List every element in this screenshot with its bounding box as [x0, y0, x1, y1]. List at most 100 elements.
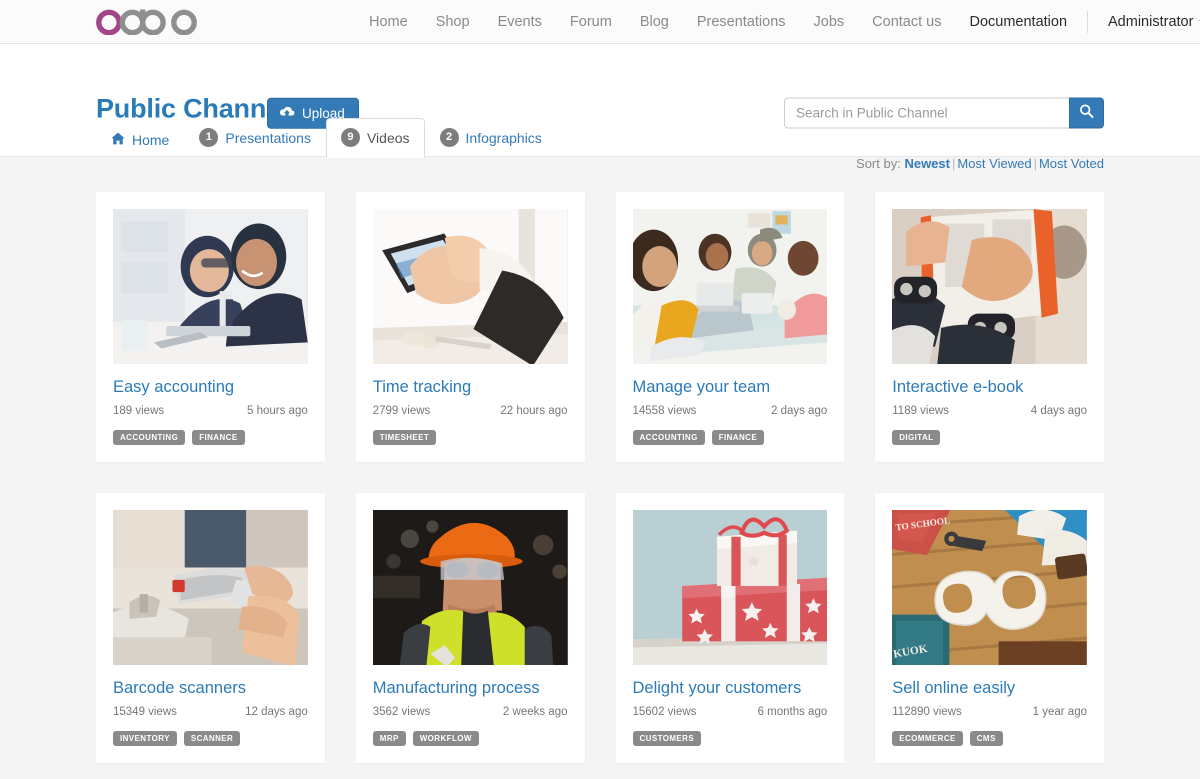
slide-tags: Customers — [632, 730, 828, 746]
slide-title[interactable]: Sell online easily — [892, 679, 1087, 699]
slide-time: 4 days ago — [1030, 404, 1087, 417]
slide-tag[interactable]: Customers — [632, 730, 702, 746]
slide-time: 12 days ago — [245, 705, 308, 718]
slide-meta: 2799 views 22 hours ago — [373, 405, 568, 417]
search-input[interactable] — [784, 97, 1069, 129]
slide-views: 112890 views — [892, 705, 962, 718]
slide-tags: Inventory Scanner — [113, 730, 308, 746]
slide-card[interactable]: Time tracking 2799 views 22 hours ago Ti… — [355, 192, 585, 462]
top-navbar: Home Shop Events Forum Blog Presentation… — [0, 0, 1200, 44]
slide-tag[interactable]: Inventory — [113, 730, 177, 746]
tab-videos[interactable]: 9 Videos — [325, 118, 425, 158]
sort-label: Sort by: — [856, 156, 901, 171]
slide-tag[interactable]: Finance — [711, 429, 765, 445]
slide-title[interactable]: Delight your customers — [633, 679, 828, 699]
slide-tag[interactable]: Digital — [892, 429, 941, 445]
user-menu-button[interactable]: Administrator — [1094, 0, 1200, 44]
slide-thumbnail[interactable] — [113, 509, 308, 665]
white-ampersand-on-wooden-desk-image: TO SCHOOL KUOK — [892, 509, 1087, 665]
slide-card[interactable]: Delight your customers 15602 views 6 mon… — [615, 492, 845, 763]
slide-meta: 1189 views 4 days ago — [892, 405, 1087, 417]
slide-thumbnail[interactable] — [632, 209, 828, 364]
slide-views: 2799 views — [372, 404, 431, 417]
slide-tag[interactable]: Accounting — [113, 429, 186, 445]
slide-card[interactable]: TO SCHOOL KUOK Sell online easily 112890… — [875, 492, 1104, 763]
nav-item-blog[interactable]: Blog — [626, 0, 683, 44]
sort-option-most-viewed[interactable]: Most Viewed — [957, 156, 1031, 171]
slide-time: 5 hours ago — [247, 404, 308, 417]
nav-item-documentation[interactable]: Documentation — [955, 0, 1081, 44]
tab-presentations-badge: 1 — [199, 128, 219, 147]
slide-tag[interactable]: CMS — [969, 730, 1003, 746]
slide-title[interactable]: Barcode scanners — [113, 679, 308, 699]
search-button[interactable] — [1069, 97, 1104, 129]
sort-option-newest[interactable]: Newest — [904, 156, 950, 171]
main-nav-links: Home Shop Events Forum Blog Presentation… — [355, 0, 1200, 44]
slide-tag[interactable]: MRP — [372, 730, 406, 746]
nav-divider — [1087, 11, 1089, 33]
sort-separator: | — [951, 156, 956, 171]
tab-presentations[interactable]: 1 Presentations — [184, 118, 326, 157]
slides-grid: Easy accounting 189 views 5 hours ago Ac… — [0, 157, 1200, 763]
slide-tags: Ecommerce CMS — [892, 730, 1087, 746]
slide-tag[interactable]: Workflow — [412, 730, 479, 746]
hands-holding-open-book-image — [892, 209, 1087, 364]
odoo-logo[interactable] — [95, 0, 199, 42]
slide-thumbnail[interactable] — [632, 509, 828, 665]
slide-tag[interactable]: Ecommerce — [892, 730, 963, 746]
slide-card[interactable]: Easy accounting 189 views 5 hours ago Ac… — [96, 192, 325, 462]
tab-presentations-label: Presentations — [225, 129, 311, 146]
slide-title[interactable]: Time tracking — [373, 378, 568, 398]
nav-item-presentations[interactable]: Presentations — [683, 0, 800, 44]
team-meeting-with-tablet-image — [632, 209, 828, 364]
search-icon — [1079, 103, 1094, 123]
stacked-gift-boxes-image — [632, 509, 828, 665]
slide-thumbnail[interactable]: TO SCHOOL KUOK — [892, 509, 1087, 665]
nav-item-shop[interactable]: Shop — [422, 0, 484, 44]
slide-views: 15602 views — [632, 705, 697, 718]
nav-item-jobs[interactable]: Jobs — [800, 0, 859, 44]
slide-views: 189 views — [113, 404, 165, 417]
slide-views: 14558 views — [632, 404, 697, 417]
slide-card[interactable]: Interactive e-book 1189 views 4 days ago… — [875, 192, 1104, 462]
tab-infographics[interactable]: 2 Infographics — [425, 118, 557, 157]
slide-views: 1189 views — [892, 404, 949, 417]
slide-time: 6 months ago — [757, 705, 828, 718]
slide-tag[interactable]: Scanner — [183, 730, 241, 746]
nav-item-home[interactable]: Home — [355, 0, 422, 44]
slide-thumbnail[interactable] — [372, 209, 568, 364]
slide-thumbnail[interactable] — [892, 209, 1087, 364]
slide-tag[interactable]: Timesheet — [372, 429, 437, 445]
slide-title[interactable]: Interactive e-book — [892, 378, 1087, 398]
slide-time: 2 weeks ago — [502, 705, 568, 718]
slide-tags: Timesheet — [372, 429, 568, 445]
channel-tabs: Home 1 Presentations 9 Videos 2 Infograp… — [96, 118, 557, 158]
slide-meta: 15602 views 6 months ago — [633, 706, 828, 718]
nav-item-contact-us[interactable]: Contact us — [858, 0, 955, 44]
slide-title[interactable]: Manufacturing process — [373, 679, 568, 699]
sort-option-most-voted[interactable]: Most Voted — [1039, 156, 1104, 171]
slide-title[interactable]: Manage your team — [633, 378, 828, 398]
slide-thumbnail[interactable] — [372, 509, 568, 665]
slide-tag[interactable]: Accounting — [632, 429, 705, 445]
tab-videos-badge: 9 — [340, 128, 360, 147]
slide-card[interactable]: Manufacturing process 3562 views 2 weeks… — [355, 492, 585, 763]
slide-tag[interactable]: Finance — [192, 429, 245, 445]
hand-holding-barcode-scanner-image — [113, 509, 308, 665]
channel-search — [784, 97, 1104, 129]
slide-meta: 189 views 5 hours ago — [113, 405, 308, 417]
slide-thumbnail[interactable] — [113, 209, 308, 364]
nav-item-forum[interactable]: Forum — [556, 0, 626, 44]
slide-card[interactable]: Barcode scanners 15349 views 12 days ago… — [96, 492, 325, 763]
slide-card[interactable]: Manage your team 14558 views 2 days ago … — [615, 192, 845, 462]
nav-item-events[interactable]: Events — [484, 0, 556, 44]
slide-meta: 15349 views 12 days ago — [113, 706, 308, 718]
slide-meta: 112890 views 1 year ago — [892, 706, 1087, 718]
slide-meta: 3562 views 2 weeks ago — [373, 706, 568, 718]
slide-title[interactable]: Easy accounting — [113, 378, 308, 398]
slide-views: 3562 views — [372, 705, 431, 718]
slide-time: 1 year ago — [1032, 705, 1087, 718]
slide-tags: Accounting Finance — [113, 429, 308, 445]
sort-separator: | — [1033, 156, 1037, 171]
tab-home[interactable]: Home — [96, 122, 184, 157]
